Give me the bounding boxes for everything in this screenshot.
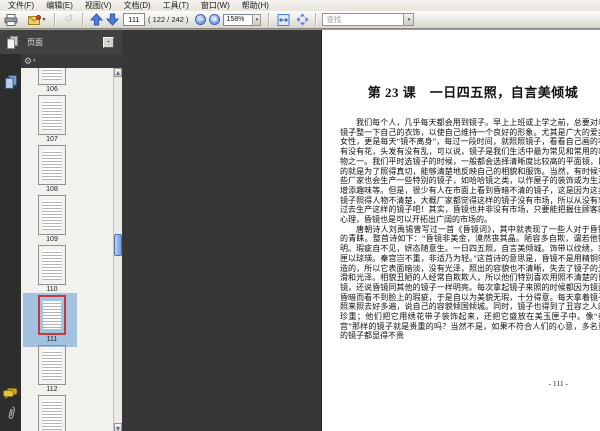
sidebar-tabstrip — [0, 54, 21, 431]
triangle-down-icon — [116, 427, 120, 431]
fit-page-icon — [296, 13, 309, 26]
menu-bar: 文件(F) 编辑(E) 视图(V) 文档(D) 工具(T) 窗口(W) 帮助(H… — [0, 0, 600, 11]
thumbnail-item[interactable]: 110 — [21, 245, 83, 295]
find-dropdown-caret[interactable]: ▾ — [403, 14, 414, 25]
gear-dropdown-caret[interactable]: ▾ — [33, 58, 36, 64]
zoom-level-value: 158% — [223, 13, 253, 26]
document-page: 第 23 课 一日四五照，自言美倾城 我们每个人，几乎每天都会用到镜子。早上上班… — [322, 30, 600, 431]
thumbnail-image[interactable] — [38, 395, 66, 431]
panel-header: 页面 ▪ — [0, 30, 122, 55]
thumbnail-image[interactable] — [38, 245, 66, 285]
pdf-reader-window: 文件(F) 编辑(E) 视图(V) 文档(D) 工具(T) 窗口(W) 帮助(H… — [0, 0, 600, 431]
previous-page-button[interactable] — [89, 12, 103, 28]
thumbnail-page-number: 108 — [46, 186, 58, 193]
print-button[interactable] — [3, 12, 19, 28]
thumbnail-page-number: 107 — [46, 136, 58, 143]
thumbnail-item[interactable]: 111 — [21, 293, 83, 347]
document-body: 我们每个人，几乎每天都会用到镜子。早上上班或上学之前，总要对着镜子整一下自己的衣… — [340, 118, 600, 341]
document-paragraph: 我们每个人，几乎每天都会用到镜子。早上上班或上学之前，总要对着镜子整一下自己的衣… — [340, 118, 600, 225]
triangle-up-icon — [116, 71, 120, 75]
arrow-down-icon — [105, 13, 119, 26]
page-count-label: ( 122 / 242 ) — [148, 15, 189, 24]
menu-item[interactable]: 帮助(H) — [236, 0, 275, 11]
thumbnail-page-number: 112 — [46, 386, 58, 393]
previous-view-button[interactable]: ↺ — [61, 12, 77, 28]
printer-icon — [4, 13, 18, 26]
thumbnail-page-number: 111 — [46, 336, 58, 343]
scroll-down-button[interactable] — [114, 423, 122, 431]
fit-width-button[interactable] — [276, 12, 291, 28]
find-input[interactable]: 查找 — [323, 14, 403, 25]
thumbnail-page-number: 110 — [46, 286, 58, 293]
scrollbar-thumb[interactable] — [114, 234, 122, 256]
toolbar-separator — [82, 13, 84, 26]
thumbnail-image[interactable] — [38, 345, 66, 385]
thumbnail-item[interactable]: 107 — [21, 95, 83, 145]
thumbnail-list: 106 107 108 109 110 111 112 113 — [21, 68, 113, 431]
toolbar-separator — [315, 13, 318, 26]
find-combo[interactable]: 查找 ▾ — [322, 13, 415, 26]
menu-item[interactable]: 编辑(E) — [40, 0, 79, 11]
thumbnail-item[interactable]: 112 — [21, 345, 83, 395]
menu-item[interactable]: 工具(T) — [157, 0, 195, 11]
fit-page-button[interactable] — [295, 12, 310, 28]
email-button[interactable]: ▾ — [25, 12, 49, 28]
thumbnail-item[interactable]: 109 — [21, 195, 83, 245]
tab-attachments[interactable] — [0, 404, 21, 422]
email-dropdown-caret[interactable]: ▾ — [42, 16, 45, 23]
zoom-in-button[interactable]: + — [209, 14, 221, 25]
pages-icon — [7, 35, 18, 49]
thumbnail-item[interactable]: 108 — [21, 145, 83, 195]
comment-bubble-icon — [3, 387, 18, 399]
thumbnail-image[interactable] — [38, 195, 66, 235]
document-viewer[interactable]: 第 23 课 一日四五照，自言美倾城 我们每个人，几乎每天都会用到镜子。早上上班… — [122, 30, 600, 431]
paperclip-icon — [7, 406, 15, 419]
arrow-up-icon — [89, 13, 103, 26]
page-number: - 111 - — [548, 379, 568, 388]
menu-item[interactable]: 视图(V) — [79, 0, 118, 11]
tab-pages[interactable] — [0, 73, 21, 91]
toolbar: ▾ ↺ ( 122 / 242 ) − + 158% ▾ — [0, 11, 600, 29]
toolbar-separator — [54, 13, 56, 26]
menu-item[interactable]: 文件(F) — [2, 0, 40, 11]
pages-tab-icon — [4, 75, 17, 89]
document-paragraph: 唐朝诗人刘禹锡曾写过一首《昏镜词》，其中就表现了一些人对于昏镜的青睐。整首诗如下… — [340, 224, 600, 341]
panel-title: 页面 — [27, 37, 43, 47]
zoom-out-button[interactable]: − — [195, 14, 207, 25]
menu-item[interactable]: 文档(D) — [118, 0, 157, 11]
zoom-level-combo[interactable]: 158% ▾ — [223, 13, 262, 26]
thumbnail-page-number: 106 — [46, 86, 58, 93]
thumbnail-item[interactable]: 106 — [21, 68, 83, 95]
toolbar-separator — [268, 13, 271, 26]
menu-item[interactable]: 窗口(W) — [195, 0, 236, 11]
thumbnail-image[interactable] — [38, 295, 66, 335]
thumbnail-image[interactable] — [38, 95, 66, 135]
main-area: 页面 ▪ ⚙ ▾ 106 107 108 109 110 111 112 第 2… — [0, 29, 600, 431]
scroll-up-button[interactable] — [114, 68, 122, 77]
thumbnail-image[interactable] — [38, 68, 66, 85]
thumbnail-item[interactable]: 113 — [21, 395, 83, 431]
thumbnail-options-row: ⚙ ▾ — [21, 54, 122, 68]
fit-width-icon — [277, 13, 290, 26]
next-page-button[interactable] — [105, 12, 119, 28]
lesson-title: 第 23 课 一日四五照，自言美倾城 — [367, 85, 579, 100]
gear-icon[interactable]: ⚙ — [24, 56, 32, 66]
thumbnail-scrollbar[interactable] — [113, 68, 122, 431]
page-number-input[interactable] — [123, 13, 145, 26]
thumbnail-page-number: 109 — [46, 236, 58, 243]
zoom-dropdown-caret[interactable]: ▾ — [252, 13, 262, 26]
panel-options-button[interactable]: ▪ — [103, 36, 114, 48]
back-arrow-icon: ↺ — [64, 13, 74, 25]
email-icon — [28, 14, 42, 25]
thumbnail-image[interactable] — [38, 145, 66, 185]
tab-comments[interactable] — [0, 384, 21, 402]
